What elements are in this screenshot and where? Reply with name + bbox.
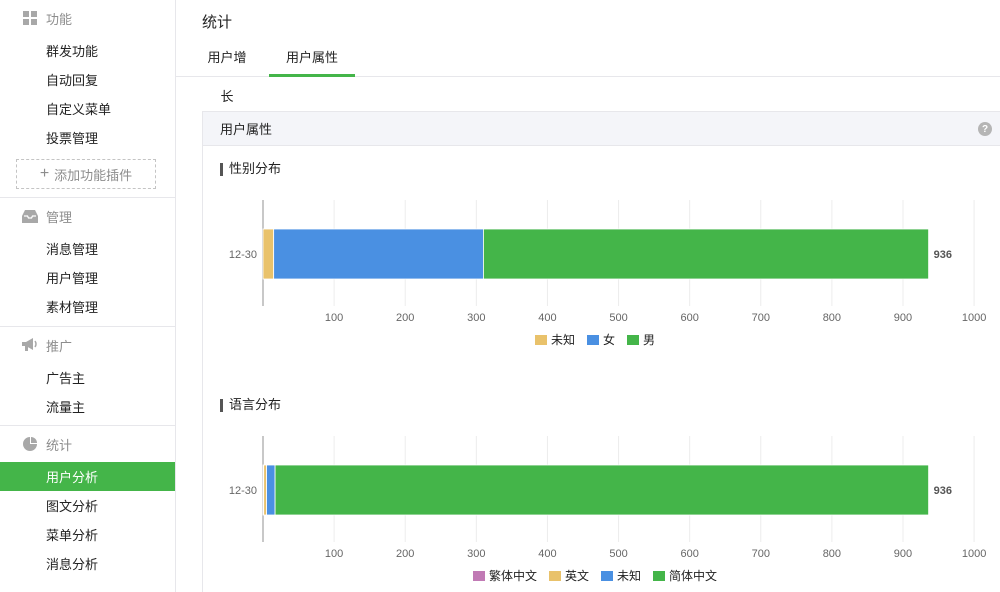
sidebar-item-traffic-owner[interactable]: 流量主	[0, 392, 175, 421]
page-title: 统计	[202, 14, 233, 31]
sidebar-item-message-analysis[interactable]: 消息分析	[0, 549, 175, 578]
x-tick-label: 100	[325, 312, 343, 324]
x-tick-label: 100	[325, 548, 343, 560]
legend-swatch	[601, 571, 613, 581]
x-tick-label: 500	[609, 312, 627, 324]
legend-swatch	[549, 571, 561, 581]
gender-chart-title: 性别分布	[220, 162, 281, 176]
legend-label: 简体中文	[669, 568, 717, 583]
inbox-icon	[22, 208, 38, 224]
bar-segment-英文	[263, 464, 267, 516]
x-tick-label: 400	[538, 548, 556, 560]
bar-segment-男	[483, 228, 929, 280]
megaphone-icon	[22, 337, 38, 353]
legend-swatch	[587, 335, 599, 345]
total-label: 936	[934, 485, 952, 497]
legend-swatch	[653, 571, 665, 581]
x-tick-label: 500	[609, 548, 627, 560]
x-tick-label: 800	[823, 548, 841, 560]
legend-swatch	[535, 335, 547, 345]
bar-segment-未知	[262, 228, 275, 280]
legend-label: 男	[643, 333, 655, 347]
sidebar-section-title: 统计	[46, 437, 73, 453]
x-tick-label: 400	[538, 312, 556, 324]
bar-segment-简体中文	[274, 464, 929, 516]
sidebar-item-user-management[interactable]: 用户管理	[0, 263, 175, 292]
sidebar-item-article-analysis[interactable]: 图文分析	[0, 491, 175, 520]
x-tick-label: 300	[467, 312, 485, 324]
add-plugin-button[interactable]: + 添加功能插件	[16, 159, 156, 189]
legend-label: 未知	[617, 569, 641, 583]
panel-header: 用户属性 ?	[203, 112, 1000, 146]
legend-label: 女	[603, 332, 615, 347]
panel-title: 用户属性	[220, 122, 273, 137]
sidebar-section-title: 管理	[46, 209, 73, 225]
total-label: 936	[934, 249, 952, 261]
sidebar-section-title: 推广	[46, 338, 73, 354]
legend-label: 繁体中文	[489, 568, 537, 583]
x-tick-label: 700	[752, 312, 770, 324]
sidebar-item-vote-management[interactable]: 投票管理	[0, 123, 175, 152]
x-tick-label: 900	[894, 548, 912, 560]
category-label: 12-30	[229, 249, 257, 261]
x-tick-label: 200	[396, 548, 414, 560]
sidebar-item-mass-send[interactable]: 群发功能	[0, 36, 175, 65]
plus-icon: +	[39, 165, 50, 182]
x-tick-label: 600	[680, 312, 698, 324]
grid-icon	[22, 10, 38, 26]
sidebar-item-user-analysis[interactable]: 用户分析	[0, 462, 175, 491]
x-tick-label: 300	[467, 548, 485, 560]
x-tick-label: 700	[752, 548, 770, 560]
sidebar-item-auto-reply[interactable]: 自动回复	[0, 65, 175, 94]
pie-chart-icon	[22, 436, 38, 452]
language-chart-title: 语言分布	[220, 398, 281, 412]
x-tick-label: 200	[396, 312, 414, 324]
legend-swatch	[473, 571, 485, 581]
sidebar-section-statistics: 统计	[0, 426, 175, 462]
x-tick-label: 800	[823, 312, 841, 324]
sidebar-section-features: 功能	[0, 0, 175, 36]
sidebar-section-management: 管理	[0, 198, 175, 234]
sidebar-item-custom-menu[interactable]: 自定义菜单	[0, 94, 175, 123]
sidebar-item-advertiser[interactable]: 广告主	[0, 363, 175, 392]
tab-user-growth[interactable]: 用户增长	[202, 38, 252, 104]
language-distribution-chart: 12-30 936 100 200 300 400 500 600 700 800 900 1000 繁…	[229, 436, 986, 583]
category-label: 12-30	[229, 485, 257, 497]
add-plugin-label: 添加功能插件	[54, 167, 133, 183]
sidebar-item-material-management[interactable]: 素材管理	[0, 292, 175, 321]
tab-bar: 用户增长 用户属性	[176, 38, 1000, 104]
sidebar-item-menu-analysis[interactable]: 菜单分析	[0, 520, 175, 549]
bar-segment-女	[273, 228, 484, 280]
bar-segment-未知	[266, 464, 276, 516]
sidebar: 功能 群发功能 自动回复 自定义菜单 投票管理 + 添加功能插件 管理 消息管理…	[0, 0, 176, 592]
gender-distribution-chart: 12-30 936 100 200 300 400 500 600 700 800 900 1000 未…	[229, 200, 986, 347]
x-tick-label: 600	[680, 548, 698, 560]
x-tick-label: 1000	[962, 312, 986, 324]
x-tick-label: 900	[894, 312, 912, 324]
sidebar-section-promotion: 推广	[0, 327, 175, 363]
sidebar-section-title: 功能	[46, 11, 73, 27]
tab-user-attributes[interactable]: 用户属性	[269, 38, 355, 77]
help-icon[interactable]: ?	[978, 122, 992, 136]
legend-label: 英文	[565, 568, 589, 583]
sidebar-item-message-management[interactable]: 消息管理	[0, 234, 175, 263]
x-tick-label: 1000	[962, 548, 986, 560]
legend-label: 未知	[551, 333, 575, 347]
legend-swatch	[627, 335, 639, 345]
